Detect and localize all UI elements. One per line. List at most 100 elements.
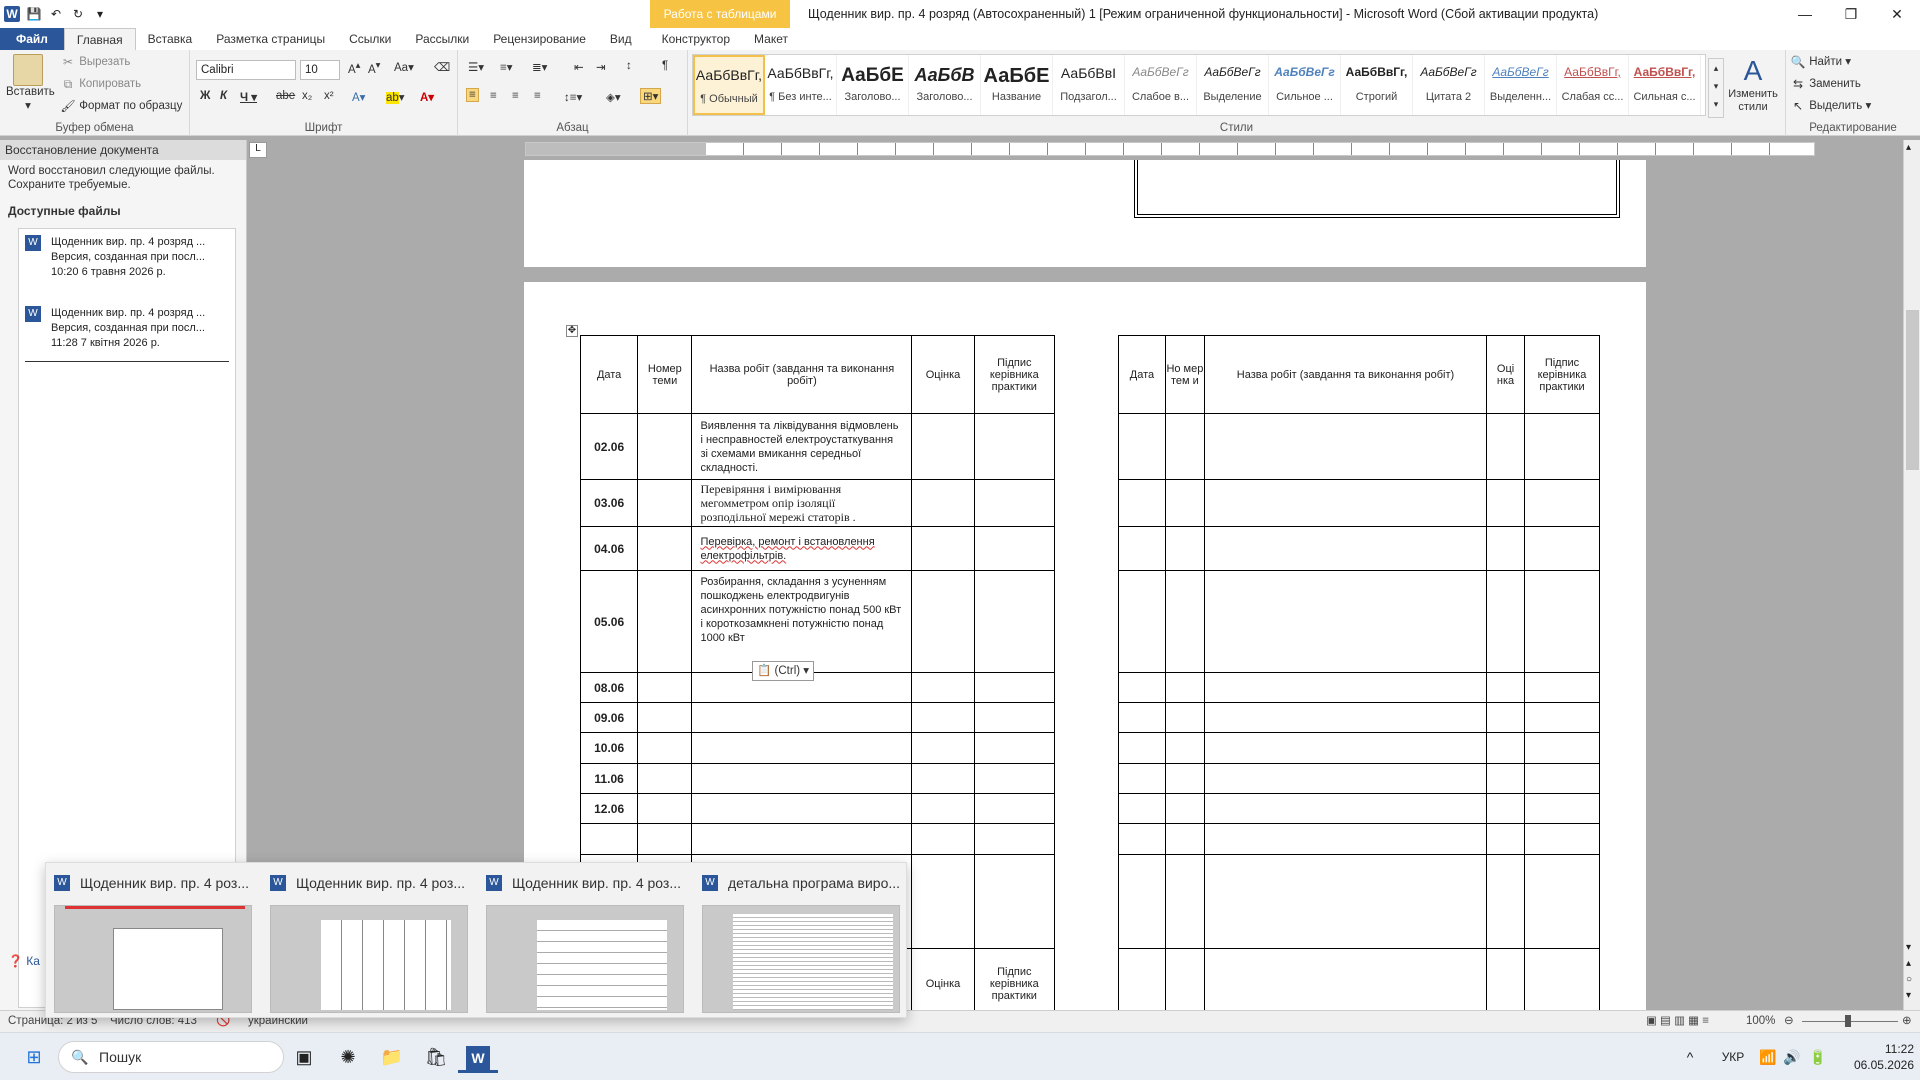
cell[interactable] bbox=[1524, 948, 1600, 1010]
cell[interactable] bbox=[1524, 672, 1600, 703]
cell[interactable] bbox=[1486, 526, 1526, 571]
cell[interactable] bbox=[1118, 948, 1166, 1010]
window-thumbnail[interactable]: W Щоденник вир. пр. 4 роз... bbox=[262, 863, 472, 1019]
increase-indent-icon[interactable]: ⇥ bbox=[596, 60, 606, 74]
customize-qat-icon[interactable]: ▾ bbox=[92, 6, 108, 22]
row-grade[interactable] bbox=[911, 732, 975, 764]
replace-button[interactable]: ⇆ Заменить bbox=[1790, 76, 1861, 92]
window-thumbnail[interactable]: W Щоденник вир. пр. 4 роз... bbox=[478, 863, 688, 1019]
scroll-thumb[interactable] bbox=[1906, 310, 1919, 470]
superscript-icon[interactable]: x² bbox=[324, 90, 334, 102]
cell[interactable] bbox=[1524, 702, 1600, 733]
zoom-level[interactable]: 100% bbox=[1746, 1011, 1775, 1031]
close-button[interactable]: ✕ bbox=[1874, 0, 1920, 28]
cell[interactable] bbox=[1203, 948, 1488, 1010]
cell[interactable] bbox=[1164, 763, 1205, 794]
cell[interactable] bbox=[1486, 570, 1526, 673]
row-task[interactable] bbox=[691, 702, 913, 733]
row-topic[interactable] bbox=[637, 763, 693, 794]
tab-home[interactable]: Главная bbox=[63, 28, 136, 50]
style-intense-emphasis[interactable]: АаБбВеГг Сильное ... bbox=[1269, 55, 1341, 115]
zoom-slider-thumb[interactable] bbox=[1845, 1015, 1851, 1027]
row-task[interactable] bbox=[691, 793, 913, 824]
copilot-icon[interactable]: ✺ bbox=[328, 1041, 368, 1073]
task-view-icon[interactable]: ▣ bbox=[284, 1041, 324, 1073]
cell[interactable] bbox=[1203, 854, 1488, 949]
horizontal-ruler[interactable] bbox=[525, 142, 1815, 156]
undo-icon[interactable]: ↶ bbox=[48, 6, 64, 22]
row-grade[interactable] bbox=[911, 526, 975, 571]
row-signature[interactable] bbox=[973, 732, 1056, 764]
cell[interactable] bbox=[1164, 732, 1205, 764]
recovered-file-item[interactable]: W Щоденник вир. пр. 4 розряд ... Версия,… bbox=[19, 300, 235, 357]
vertical-scrollbar[interactable]: ▴ ▾ ▴ ○ ▾ bbox=[1903, 140, 1920, 1010]
align-left-icon[interactable]: ≡ bbox=[466, 88, 479, 102]
italic-icon[interactable]: К bbox=[220, 90, 227, 102]
row-task[interactable]: Перевірка, ремонт і встановлення електро… bbox=[691, 526, 913, 571]
paste-options-button[interactable]: 📋 (Ctrl) ▾ bbox=[752, 661, 814, 681]
row-grade[interactable] bbox=[911, 413, 975, 480]
cell[interactable] bbox=[1118, 479, 1166, 527]
row-date[interactable]: 10.06 bbox=[579, 732, 639, 764]
row-signature[interactable] bbox=[973, 793, 1056, 824]
cell[interactable] bbox=[1524, 479, 1600, 527]
cell[interactable] bbox=[1486, 763, 1526, 794]
cell[interactable] bbox=[1203, 672, 1488, 703]
highlight-icon[interactable]: ab▾ bbox=[386, 90, 405, 104]
row-date[interactable]: 09.06 bbox=[579, 702, 639, 733]
cell[interactable] bbox=[1524, 732, 1600, 764]
row-topic[interactable] bbox=[637, 526, 693, 571]
row-topic[interactable] bbox=[637, 823, 693, 855]
paste-button[interactable]: Вставить ▾ bbox=[6, 54, 55, 112]
cell[interactable] bbox=[1164, 823, 1205, 855]
tab-layout[interactable]: Макет bbox=[742, 28, 800, 50]
cell[interactable] bbox=[1486, 948, 1526, 1010]
word-taskbar-icon[interactable]: W bbox=[458, 1041, 498, 1073]
browse-object-icons[interactable]: ▾ ▴ ○ ▾ bbox=[1906, 940, 1912, 1004]
cell[interactable] bbox=[1524, 526, 1600, 571]
bullets-icon[interactable]: ☰▾ bbox=[468, 60, 484, 74]
shrink-font-icon[interactable]: A▾ bbox=[368, 60, 380, 76]
cell[interactable] bbox=[1164, 854, 1205, 949]
cell[interactable] bbox=[1203, 413, 1488, 480]
cell[interactable] bbox=[1118, 763, 1166, 794]
underline-icon[interactable]: Ч ▾ bbox=[240, 90, 257, 104]
row-date[interactable]: 11.06 bbox=[579, 763, 639, 794]
style-normal[interactable]: АаБбВвГг, ¶ Обычный bbox=[693, 55, 765, 115]
cell[interactable] bbox=[1486, 479, 1526, 527]
row-signature[interactable] bbox=[973, 672, 1056, 703]
row-signature[interactable] bbox=[973, 570, 1056, 673]
cell[interactable] bbox=[1164, 479, 1205, 527]
cell[interactable] bbox=[1486, 413, 1526, 480]
style-strong[interactable]: АаБбВвГг, Строгий bbox=[1341, 55, 1413, 115]
style-heading-2[interactable]: АаБбВ Заголово... bbox=[909, 55, 981, 115]
save-icon[interactable]: 💾 bbox=[26, 6, 42, 22]
row-grade[interactable] bbox=[911, 793, 975, 824]
row-grade[interactable] bbox=[911, 823, 975, 855]
style-emphasis[interactable]: АаБбВеГг Выделение bbox=[1197, 55, 1269, 115]
row-date[interactable]: 02.06 bbox=[579, 413, 639, 480]
clear-format-icon[interactable]: ⌫ bbox=[434, 60, 450, 74]
cell[interactable] bbox=[1118, 823, 1166, 855]
cell[interactable] bbox=[1164, 948, 1205, 1010]
style-intense-reference[interactable]: АаБбВвГг, Сильная с... bbox=[1629, 55, 1701, 115]
sort-icon[interactable]: ↕ bbox=[626, 60, 632, 72]
cell[interactable] bbox=[1164, 413, 1205, 480]
row-task[interactable]: Розбирання, складання з усуненням пошкод… bbox=[691, 570, 913, 673]
row-task[interactable]: Перевіряння і вимірювання мегомметром оп… bbox=[691, 479, 913, 527]
store-icon[interactable]: 🛍 bbox=[416, 1041, 456, 1073]
row-signature[interactable] bbox=[973, 526, 1056, 571]
tab-insert[interactable]: Вставка bbox=[136, 28, 205, 50]
recovered-file-item[interactable]: W Щоденник вир. пр. 4 розряд ... Версия,… bbox=[19, 229, 235, 286]
row-topic[interactable] bbox=[637, 570, 693, 673]
format-painter-button[interactable]: 🖌 Формат по образцу bbox=[60, 98, 182, 114]
row-signature[interactable] bbox=[973, 823, 1056, 855]
cell[interactable] bbox=[1524, 823, 1600, 855]
battery-icon[interactable]: 🔋 bbox=[1806, 1041, 1830, 1073]
text-effects-icon[interactable]: A▾ bbox=[352, 90, 365, 104]
window-thumbnail[interactable]: Wдетальна програма виро... bbox=[694, 863, 904, 1019]
row-topic[interactable] bbox=[637, 672, 693, 703]
tab-file[interactable]: Файл bbox=[0, 28, 64, 50]
cell[interactable] bbox=[1486, 854, 1526, 949]
cell[interactable] bbox=[1524, 413, 1600, 480]
